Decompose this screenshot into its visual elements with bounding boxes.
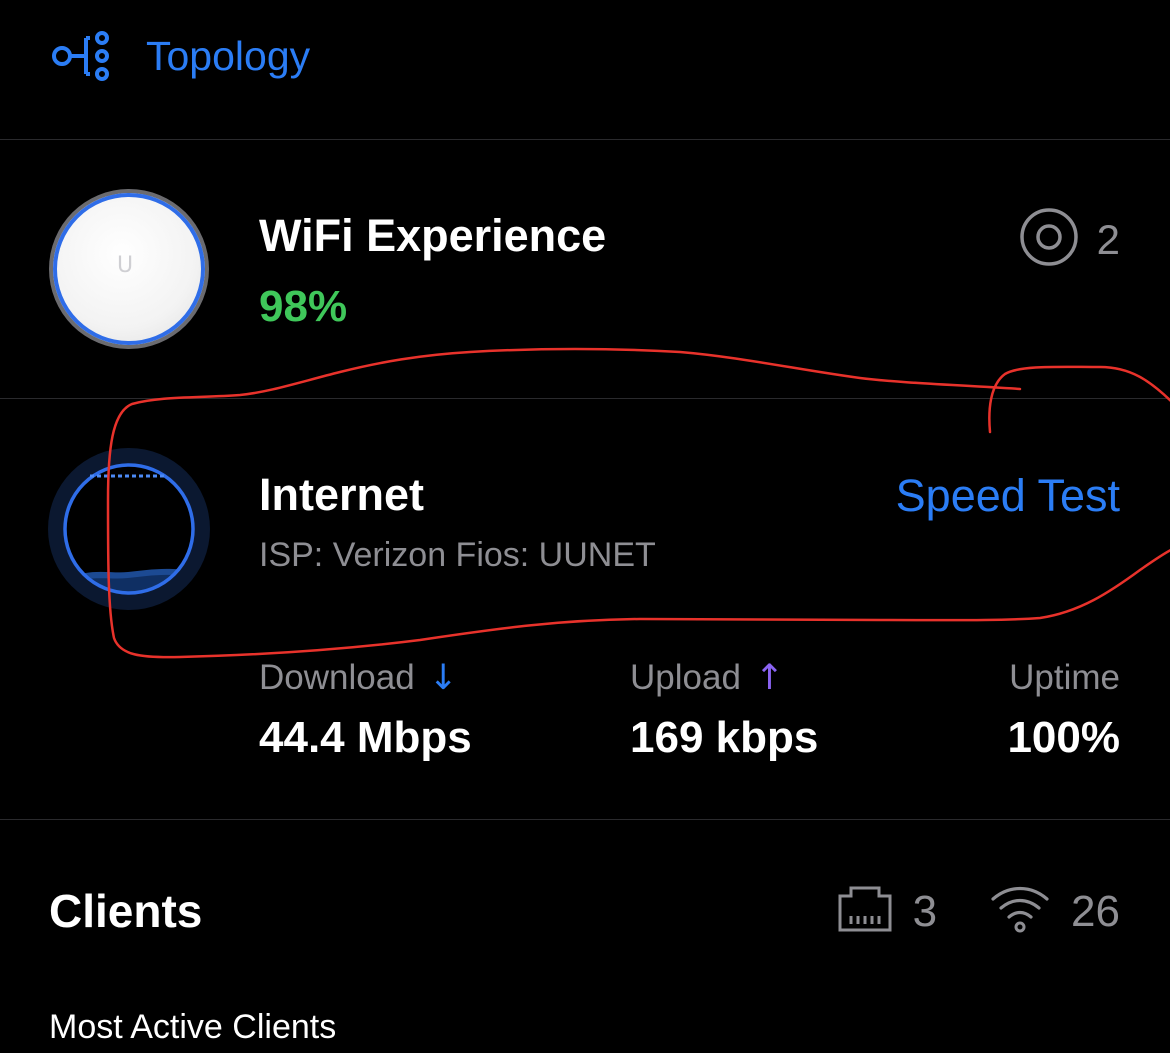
upload-label-group: Upload ↑: [630, 657, 784, 699]
wireless-clients[interactable]: 26: [989, 883, 1120, 940]
upload-label: Upload: [630, 658, 741, 697]
download-value: 44.4 Mbps: [259, 713, 472, 762]
access-point-avatar[interactable]: U: [49, 189, 209, 349]
divider: [0, 139, 1170, 140]
topology-icon: [50, 28, 112, 84]
speed-test-button[interactable]: Speed Test: [896, 470, 1120, 522]
ethernet-port-icon: [837, 884, 893, 939]
wifi-experience-score: 98%: [259, 282, 348, 331]
access-point-icon: [1019, 207, 1079, 272]
wifi-icon: [989, 883, 1051, 940]
wired-clients[interactable]: 3: [837, 884, 937, 940]
wired-clients-count: 3: [912, 886, 938, 936]
download-label: Download: [259, 658, 415, 697]
upload-arrow-icon: ↑: [754, 658, 785, 698]
uptime-label: Uptime: [1009, 658, 1120, 697]
access-points-count-value: 2: [1096, 215, 1120, 263]
clients-title: Clients: [49, 885, 203, 937]
divider: [0, 819, 1170, 820]
download-arrow-icon: ↓: [428, 658, 458, 698]
wifi-experience-title: WiFi Experience: [259, 210, 607, 261]
internet-gauge-avatar[interactable]: [48, 448, 210, 610]
internet-title: Internet: [259, 469, 425, 520]
isp-label: ISP: Verizon Fios: UUNET: [259, 536, 656, 574]
uptime-value: 100%: [1007, 713, 1120, 762]
divider: [0, 398, 1170, 399]
clients-counts: 3 26: [837, 883, 1120, 940]
access-points-count[interactable]: 2: [1019, 207, 1120, 272]
most-active-clients-heading: Most Active Clients: [49, 1008, 337, 1046]
ubiquiti-logo: U: [116, 253, 134, 278]
download-label-group: Download ↓: [259, 657, 458, 699]
wireless-clients-count: 26: [1071, 886, 1120, 936]
upload-value: 169 kbps: [630, 713, 819, 762]
topology-link[interactable]: Topology: [50, 28, 310, 84]
topology-label: Topology: [146, 33, 311, 79]
